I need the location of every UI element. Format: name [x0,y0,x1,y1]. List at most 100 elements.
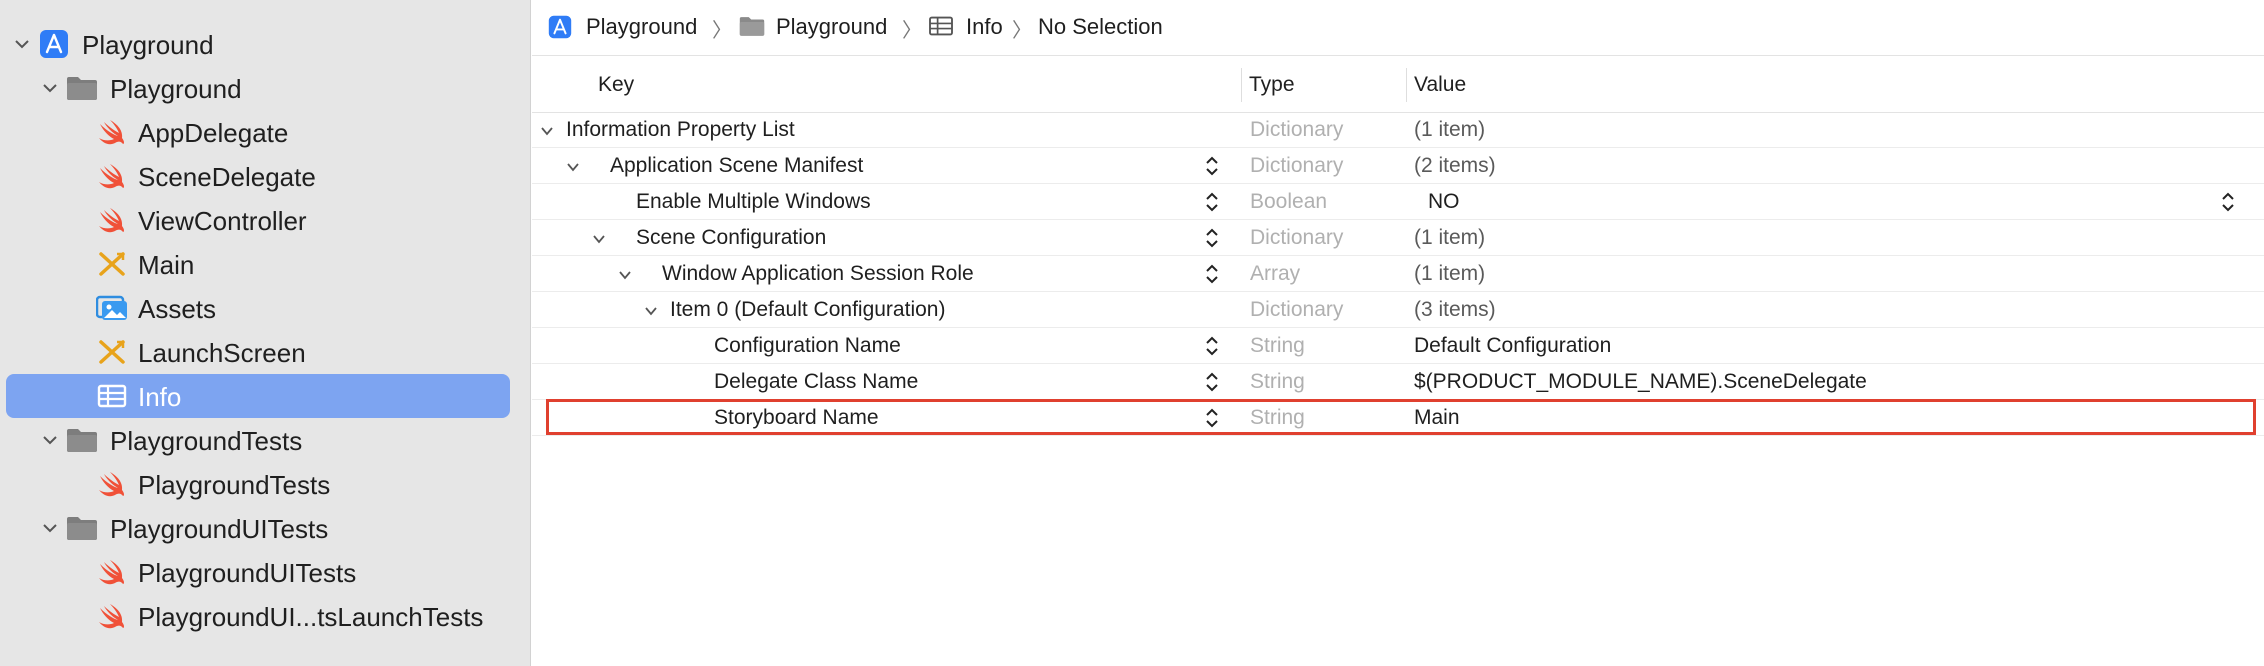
folder-icon [66,425,98,455]
nav-item-info[interactable]: Info [0,374,531,418]
plist-row[interactable]: Window Application Session Role Array (1… [532,256,2264,292]
plist-row[interactable]: Delegate Class Name String $(PRODUCT_MOD… [532,364,2264,400]
plist-value: (1 item) [1414,226,1486,249]
column-header-type[interactable]: Type [1249,58,1295,112]
value-popup-stepper-icon[interactable] [2220,190,2236,214]
plist-table-icon [928,15,954,43]
nav-item-label: Assets [138,294,217,324]
plist-type[interactable]: Dictionary [1250,298,1343,322]
chevron-down-icon[interactable] [42,432,58,448]
nav-item-group-playground[interactable]: Playground [0,66,531,110]
plist-type[interactable]: String [1250,334,1305,358]
breadcrumb-project[interactable]: Playground [586,14,697,40]
column-divider[interactable] [1241,68,1242,102]
plist-row[interactable]: Configuration Name String Default Config… [532,328,2264,364]
swift-icon [96,469,128,499]
swift-icon [96,601,128,631]
plist-key: Scene Configuration [636,226,827,249]
plist-type[interactable]: String [1250,406,1305,430]
nav-item-group-playgroundtests[interactable]: PlaygroundTests [0,418,531,462]
column-header-value[interactable]: Value [1414,58,1466,112]
plist-key: Information Property List [566,118,795,141]
nav-item-launchscreen[interactable]: LaunchScreen [0,330,531,374]
plist-row[interactable]: Application Scene Manifest Dictionary (2… [532,148,2264,184]
plist-value: (2 items) [1414,154,1496,177]
plist-row[interactable]: Enable Multiple Windows Boolean NO [532,184,2264,220]
key-stepper-icon[interactable] [1204,226,1220,250]
app-project-icon [548,15,572,45]
chevron-down-icon[interactable] [14,36,30,52]
app-project-icon [38,29,70,59]
nav-item-label: PlaygroundTests [138,470,331,500]
nav-item-playgrounduitests-file[interactable]: PlaygroundUITests [0,550,531,594]
selection-highlight [6,374,510,418]
key-stepper-icon[interactable] [1204,334,1220,358]
nav-item-launchtests-file[interactable]: PlaygroundUI...tsLaunchTests [0,594,531,638]
plist-row-storyboard-name[interactable]: Storyboard Name String Main [532,400,2264,436]
plist-row[interactable]: Item 0 (Default Configuration) Dictionar… [532,292,2264,328]
plist-type[interactable]: Boolean [1250,190,1327,214]
nav-item-label: Playground [82,30,214,60]
nav-item-scenedelegate[interactable]: SceneDelegate [0,154,531,198]
storyboard-icon [96,249,128,279]
disclosure-chevron-icon[interactable] [592,232,606,246]
plist-key: Window Application Session Role [662,262,974,285]
breadcrumb-file[interactable]: Info [966,14,1003,40]
folder-icon [739,15,765,43]
plist-type[interactable]: Dictionary [1250,154,1343,178]
nav-item-label: PlaygroundUITests [138,558,357,588]
nav-item-assets[interactable]: Assets [0,286,531,330]
disclosure-chevron-icon[interactable] [618,268,632,282]
plist-value[interactable]: Main [1414,406,1460,430]
disclosure-chevron-icon[interactable] [540,124,554,138]
plist-value: (1 item) [1414,262,1486,285]
plist-table-icon [96,381,128,411]
nav-item-label: Main [138,250,195,280]
plist-key: Item 0 (Default Configuration) [670,298,946,321]
nav-item-viewcontroller[interactable]: ViewController [0,198,531,242]
plist-row[interactable]: Scene Configuration Dictionary (1 item) [532,220,2264,256]
swift-icon [96,161,128,191]
disclosure-chevron-icon[interactable] [644,304,658,318]
nav-item-playgroundtests-file[interactable]: PlaygroundTests [0,462,531,506]
key-stepper-icon[interactable] [1204,262,1220,286]
plist-key: Delegate Class Name [714,370,919,393]
nav-item-project[interactable]: Playground [0,22,531,66]
nav-item-label: AppDelegate [138,118,289,148]
nav-item-label: PlaygroundUI...tsLaunchTests [138,602,484,632]
project-navigator: Playground Playground AppDelegate SceneD… [0,0,531,666]
storyboard-icon [96,337,128,367]
key-stepper-icon[interactable] [1204,154,1220,178]
swift-icon [96,117,128,147]
plist-value[interactable]: $(PRODUCT_MODULE_NAME).SceneDelegate [1414,370,1867,394]
plist-type[interactable]: Array [1250,262,1300,286]
nav-item-label: PlaygroundUITests [110,514,329,544]
nav-item-label: SceneDelegate [138,162,316,192]
column-header-key[interactable]: Key [598,58,634,112]
disclosure-chevron-icon[interactable] [566,160,580,174]
plist-key: Storyboard Name [714,406,879,429]
breadcrumb-group[interactable]: Playground [776,14,887,40]
breadcrumb-separator-icon: 〉 [712,20,732,42]
swift-icon [96,557,128,587]
plist-value-popup[interactable]: NO [1428,190,1460,214]
plist-type[interactable]: Dictionary [1250,118,1343,142]
chevron-down-icon[interactable] [42,520,58,536]
breadcrumb-selection[interactable]: No Selection [1038,14,1163,40]
swift-icon [96,205,128,235]
plist-value[interactable]: Default Configuration [1414,334,1611,358]
folder-icon [66,513,98,543]
column-divider[interactable] [1406,68,1407,102]
plist-type[interactable]: String [1250,370,1305,394]
plist-row[interactable]: Information Property List Dictionary (1 … [532,112,2264,148]
plist-type[interactable]: Dictionary [1250,226,1343,250]
nav-item-appdelegate[interactable]: AppDelegate [0,110,531,154]
nav-item-main-storyboard[interactable]: Main [0,242,531,286]
key-stepper-icon[interactable] [1204,370,1220,394]
key-stepper-icon[interactable] [1204,406,1220,430]
key-stepper-icon[interactable] [1204,190,1220,214]
breadcrumb: Playground 〉 Playground 〉 Info 〉 No Sele… [532,0,2264,56]
chevron-down-icon[interactable] [42,80,58,96]
breadcrumb-separator-icon: 〉 [1012,20,1032,42]
nav-item-group-playgrounduitests[interactable]: PlaygroundUITests [0,506,531,550]
